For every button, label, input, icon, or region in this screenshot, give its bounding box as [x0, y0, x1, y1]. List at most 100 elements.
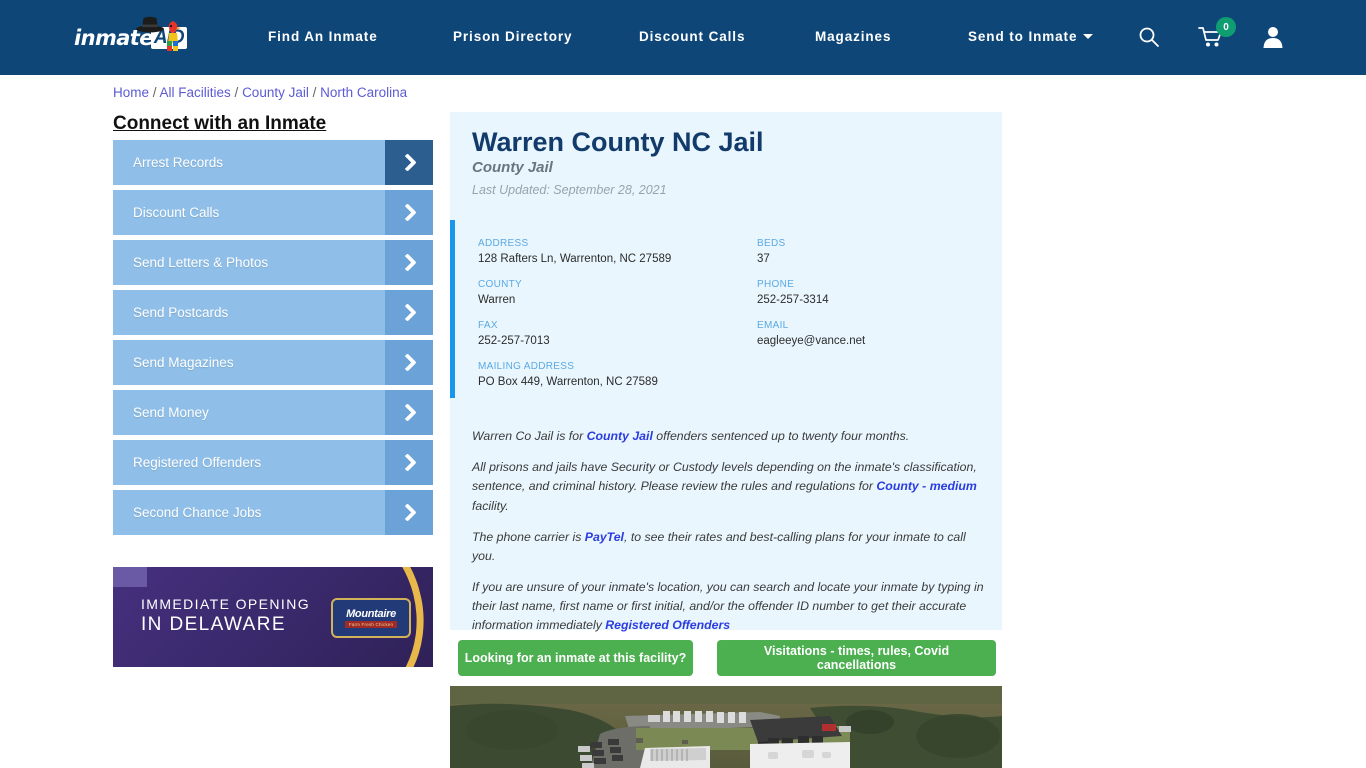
accent-bar — [450, 220, 455, 398]
breadcrumb-item-home[interactable]: Home — [113, 85, 149, 100]
breadcrumb-item-all-facilities[interactable]: All Facilities — [160, 85, 231, 100]
page-title: Warren County NC Jail — [472, 127, 764, 157]
detail-label: COUNTY — [478, 279, 523, 290]
detail-label: EMAIL — [757, 320, 789, 331]
sidebar-item-label: Send Magazines — [133, 355, 234, 370]
nav-item-magazines[interactable]: Magazines — [815, 29, 891, 44]
facility-description: Warren Co Jail is for County Jail offend… — [472, 427, 984, 648]
ad-brand-tagline: Farm Fresh Chicken — [344, 621, 398, 628]
detail-field-email: EMAIL eagleeye@vance.net — [757, 320, 865, 347]
nav-item-find-an-inmate[interactable]: Find An Inmate — [268, 29, 378, 44]
cart-count-badge: 0 — [1216, 17, 1236, 37]
top-navigation-bar: inmateAID Find An Inmate Prison Director… — [0, 0, 1366, 75]
nav-item-send-to-inmate[interactable]: Send to Inmate — [968, 29, 1094, 44]
chevron-right-icon — [385, 140, 433, 185]
chevron-right-icon — [385, 340, 433, 385]
breadcrumb-separator: / — [230, 85, 243, 100]
detail-field-county: COUNTY Warren — [478, 279, 522, 306]
description-paragraph-4: If you are unsure of your inmate's locat… — [472, 578, 984, 636]
facility-detail-panel: Warren County NC Jail County Jail Last U… — [450, 112, 1002, 632]
facility-type-label: County Jail — [472, 159, 553, 176]
detail-value: PO Box 449, Warrenton, NC 27589 — [478, 376, 658, 388]
breadcrumb-separator: / — [308, 85, 321, 100]
chevron-right-icon — [385, 240, 433, 285]
looking-for-inmate-button[interactable]: Looking for an inmate at this facility? — [458, 640, 693, 676]
advertisement-banner[interactable]: IMMEDIATE OPENING IN DELAWARE Mountaire … — [113, 567, 433, 667]
detail-label: FAX — [478, 320, 498, 331]
detail-value: 37 — [757, 253, 770, 265]
breadcrumb-item-county-jail[interactable]: County Jail — [242, 85, 309, 100]
description-paragraph-3: The phone carrier is PayTel, to see thei… — [472, 528, 984, 566]
link-county-medium[interactable]: County - medium — [876, 479, 976, 493]
site-logo[interactable]: inmateAID — [74, 16, 188, 59]
search-icon[interactable] — [1138, 26, 1160, 53]
sidebar-item-send-letters-photos[interactable]: Send Letters & Photos — [113, 240, 433, 285]
description-paragraph-2: All prisons and jails have Security or C… — [472, 458, 984, 516]
link-registered-offenders[interactable]: Registered Offenders — [605, 618, 730, 632]
detail-label: PHONE — [757, 279, 795, 290]
chevron-right-icon — [385, 490, 433, 535]
mascot-bird-icon — [167, 21, 181, 51]
nav-item-send-to-inmate-label: Send to Inmate — [968, 29, 1078, 44]
ad-headline-line2: IN DELAWARE — [141, 614, 286, 636]
sidebar-menu: Arrest Records Discount Calls Send Lette… — [113, 140, 433, 540]
sidebar-item-send-magazines[interactable]: Send Magazines — [113, 340, 433, 385]
ad-headline-line1: IMMEDIATE OPENING — [141, 596, 310, 612]
sidebar-heading[interactable]: Connect with an Inmate — [113, 113, 326, 135]
sidebar-item-arrest-records[interactable]: Arrest Records — [113, 140, 433, 185]
chevron-right-icon — [385, 390, 433, 435]
sidebar-item-send-money[interactable]: Send Money — [113, 390, 433, 435]
ad-brand-name: Mountaire — [346, 608, 396, 620]
sidebar-item-label: Registered Offenders — [133, 455, 262, 470]
sidebar-item-discount-calls[interactable]: Discount Calls — [113, 190, 433, 235]
facility-details-box: ADDRESS 128 Rafters Ln, Warrenton, NC 275… — [450, 220, 1002, 398]
last-updated-text: Last Updated: September 28, 2021 — [472, 183, 667, 197]
breadcrumb-item-north-carolina[interactable]: North Carolina — [320, 85, 407, 100]
detail-value: 128 Rafters Ln, Warrenton, NC 27589 — [478, 253, 672, 265]
detail-label: BEDS — [757, 238, 786, 249]
ad-text: IMMEDIATE OPENING IN DELAWARE — [141, 596, 310, 636]
link-paytel[interactable]: PayTel — [585, 530, 624, 544]
breadcrumb-separator: / — [149, 85, 160, 100]
sidebar-item-send-postcards[interactable]: Send Postcards — [113, 290, 433, 335]
detail-value: 252-257-7013 — [478, 335, 550, 347]
detail-field-fax: FAX 252-257-7013 — [478, 320, 550, 347]
para3-part-a: The phone carrier is — [472, 529, 585, 544]
chevron-right-icon — [385, 440, 433, 485]
para1-part-b: offenders sentenced up to twenty four mo… — [652, 429, 910, 443]
mountaire-logo: Mountaire Farm Fresh Chicken — [331, 598, 411, 638]
detail-field-phone: PHONE 252-257-3314 — [757, 279, 829, 306]
sidebar-item-label: Send Postcards — [133, 305, 229, 320]
nav-item-discount-calls[interactable]: Discount Calls — [639, 29, 745, 44]
aerial-photo-graphic — [450, 686, 1002, 768]
sidebar-item-second-chance-jobs[interactable]: Second Chance Jobs — [113, 490, 433, 535]
nav-item-prison-directory[interactable]: Prison Directory — [453, 29, 572, 44]
detail-value: 252-257-3314 — [757, 294, 829, 306]
detail-value: Warren — [478, 294, 516, 306]
cart-icon[interactable]: 0 — [1198, 17, 1236, 54]
sidebar-item-label: Discount Calls — [133, 205, 220, 220]
sidebar-item-registered-offenders[interactable]: Registered Offenders — [113, 440, 433, 485]
description-paragraph-1: Warren Co Jail is for County Jail offend… — [472, 427, 984, 446]
detail-field-address: ADDRESS 128 Rafters Ln, Warrenton, NC 275… — [478, 238, 671, 265]
detail-field-beds: BEDS 37 — [757, 238, 785, 265]
facility-aerial-image — [450, 686, 1002, 768]
detail-value: eagleeye@vance.net — [757, 335, 866, 347]
detail-label: MAILING ADDRESS — [478, 361, 575, 372]
chevron-down-icon — [1083, 34, 1094, 39]
breadcrumb: Home / All Facilities / County Jail / No… — [113, 85, 407, 100]
detail-field-mailing-address: MAILING ADDRESS PO Box 449, Warrenton, NC… — [478, 361, 658, 388]
sidebar-item-label: Arrest Records — [133, 155, 224, 170]
para2-part-b: facility. — [472, 498, 509, 513]
sidebar-item-label: Send Money — [133, 405, 209, 420]
link-county-jail[interactable]: County Jail — [587, 429, 653, 443]
hat-icon — [136, 16, 164, 33]
user-icon[interactable] — [1262, 25, 1284, 54]
sidebar-item-label: Second Chance Jobs — [133, 505, 262, 520]
sidebar-item-label: Send Letters & Photos — [133, 255, 269, 270]
para1-part-a: Warren Co Jail is for — [472, 429, 587, 443]
ad-corner-accent — [113, 567, 147, 587]
visitations-button[interactable]: Visitations - times, rules, Covid cancel… — [717, 640, 996, 676]
chevron-right-icon — [385, 190, 433, 235]
chevron-right-icon — [385, 290, 433, 335]
